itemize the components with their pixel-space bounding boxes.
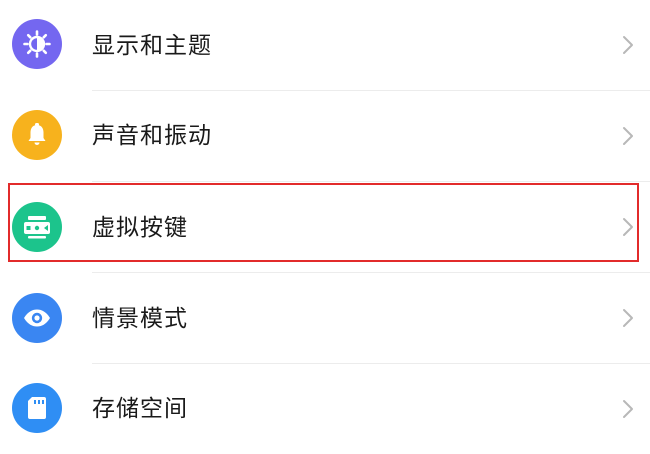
chevron-right-icon xyxy=(623,218,633,236)
settings-item-label: 情景模式 xyxy=(92,306,188,332)
chevron-right-icon xyxy=(623,127,633,145)
chevron-right-icon xyxy=(623,36,633,54)
settings-item-label: 存储空间 xyxy=(92,396,188,422)
settings-item-label: 虚拟按键 xyxy=(92,215,188,241)
brightness-icon xyxy=(12,19,62,69)
chevron-right-icon xyxy=(623,309,633,327)
settings-item-label: 声音和振动 xyxy=(92,123,212,149)
settings-list: 显示和主题 声音和振动 虚拟按键 情景模式 存储空间 xyxy=(0,0,650,447)
settings-item-scene-mode[interactable]: 情景模式 xyxy=(0,273,650,363)
bell-icon xyxy=(12,110,62,160)
virtual-keys-icon xyxy=(12,202,62,252)
settings-item-storage[interactable]: 存储空间 xyxy=(0,364,650,454)
settings-item-label: 显示和主题 xyxy=(92,33,212,59)
settings-item-display-theme[interactable]: 显示和主题 xyxy=(0,0,650,90)
eye-icon xyxy=(12,293,62,343)
chevron-right-icon xyxy=(623,400,633,418)
settings-item-virtual-keys[interactable]: 虚拟按键 xyxy=(0,182,650,272)
sd-card-icon xyxy=(12,383,62,433)
settings-item-sound-vibration[interactable]: 声音和振动 xyxy=(0,91,650,181)
